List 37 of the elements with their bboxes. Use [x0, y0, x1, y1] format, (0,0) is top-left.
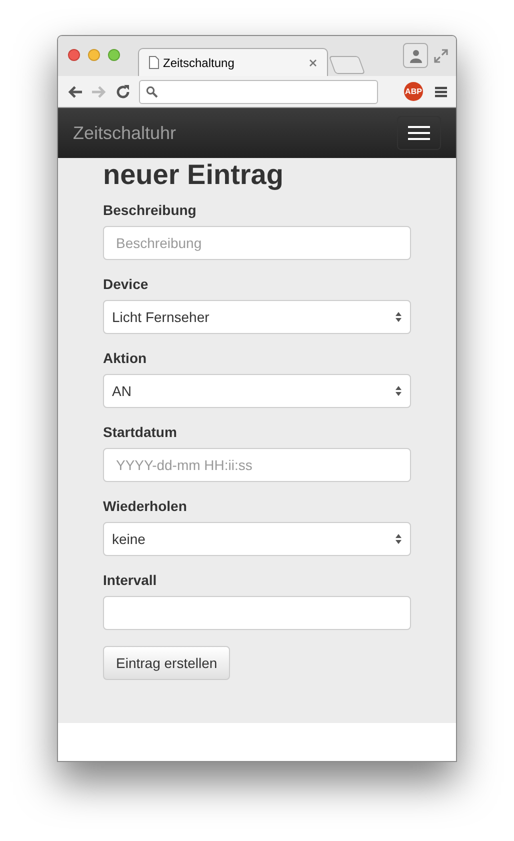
text-field[interactable]: [103, 596, 411, 630]
field-label: Aktion: [103, 350, 148, 367]
menu-icon: [408, 126, 430, 140]
document-icon: [149, 56, 159, 69]
close-tab-icon[interactable]: [309, 58, 317, 66]
extension-badge[interactable]: ABP: [404, 82, 423, 101]
field-label: Startdatum: [103, 424, 178, 441]
up-down-arrows-icon: [395, 533, 402, 545]
text-field[interactable]: Beschreibung: [103, 226, 411, 260]
submit-button[interactable]: Eintrag erstellen: [103, 646, 230, 680]
field-label: Beschreibung: [103, 202, 198, 219]
up-down-arrows-icon: [395, 385, 402, 397]
back-arrow-icon[interactable]: [67, 84, 83, 98]
menu-toggle-button[interactable]: [397, 116, 441, 150]
page-heading: neuer Eintrag: [103, 158, 284, 192]
field-label: Wiederholen: [103, 498, 188, 515]
maximize-window-icon[interactable]: [108, 49, 120, 61]
field-label: Intervall: [103, 572, 158, 589]
new-tab-button[interactable]: [328, 56, 366, 74]
expand-icon[interactable]: [434, 48, 448, 62]
profile-button[interactable]: [403, 43, 428, 68]
navbar-brand[interactable]: Zeitschaltuhr: [73, 120, 176, 146]
up-down-arrows-icon: [395, 311, 402, 323]
search-icon: [146, 86, 158, 98]
field-label: Device: [103, 276, 150, 293]
reload-icon[interactable]: [115, 84, 131, 100]
browser-tab[interactable]: Zeitschaltung: [138, 48, 328, 76]
tab-title: Zeitschaltung: [163, 54, 234, 72]
select-field[interactable]: keine: [103, 522, 411, 556]
address-bar[interactable]: [139, 80, 378, 104]
select-field[interactable]: Licht Fernseher: [103, 300, 411, 334]
close-window-icon[interactable]: [68, 49, 80, 61]
menu-icon[interactable]: [435, 86, 447, 98]
person-icon: [408, 48, 422, 62]
select-field[interactable]: AN: [103, 374, 411, 408]
minimize-window-icon[interactable]: [88, 49, 100, 61]
text-field[interactable]: YYYY-dd-mm HH:ii:ss: [103, 448, 411, 482]
